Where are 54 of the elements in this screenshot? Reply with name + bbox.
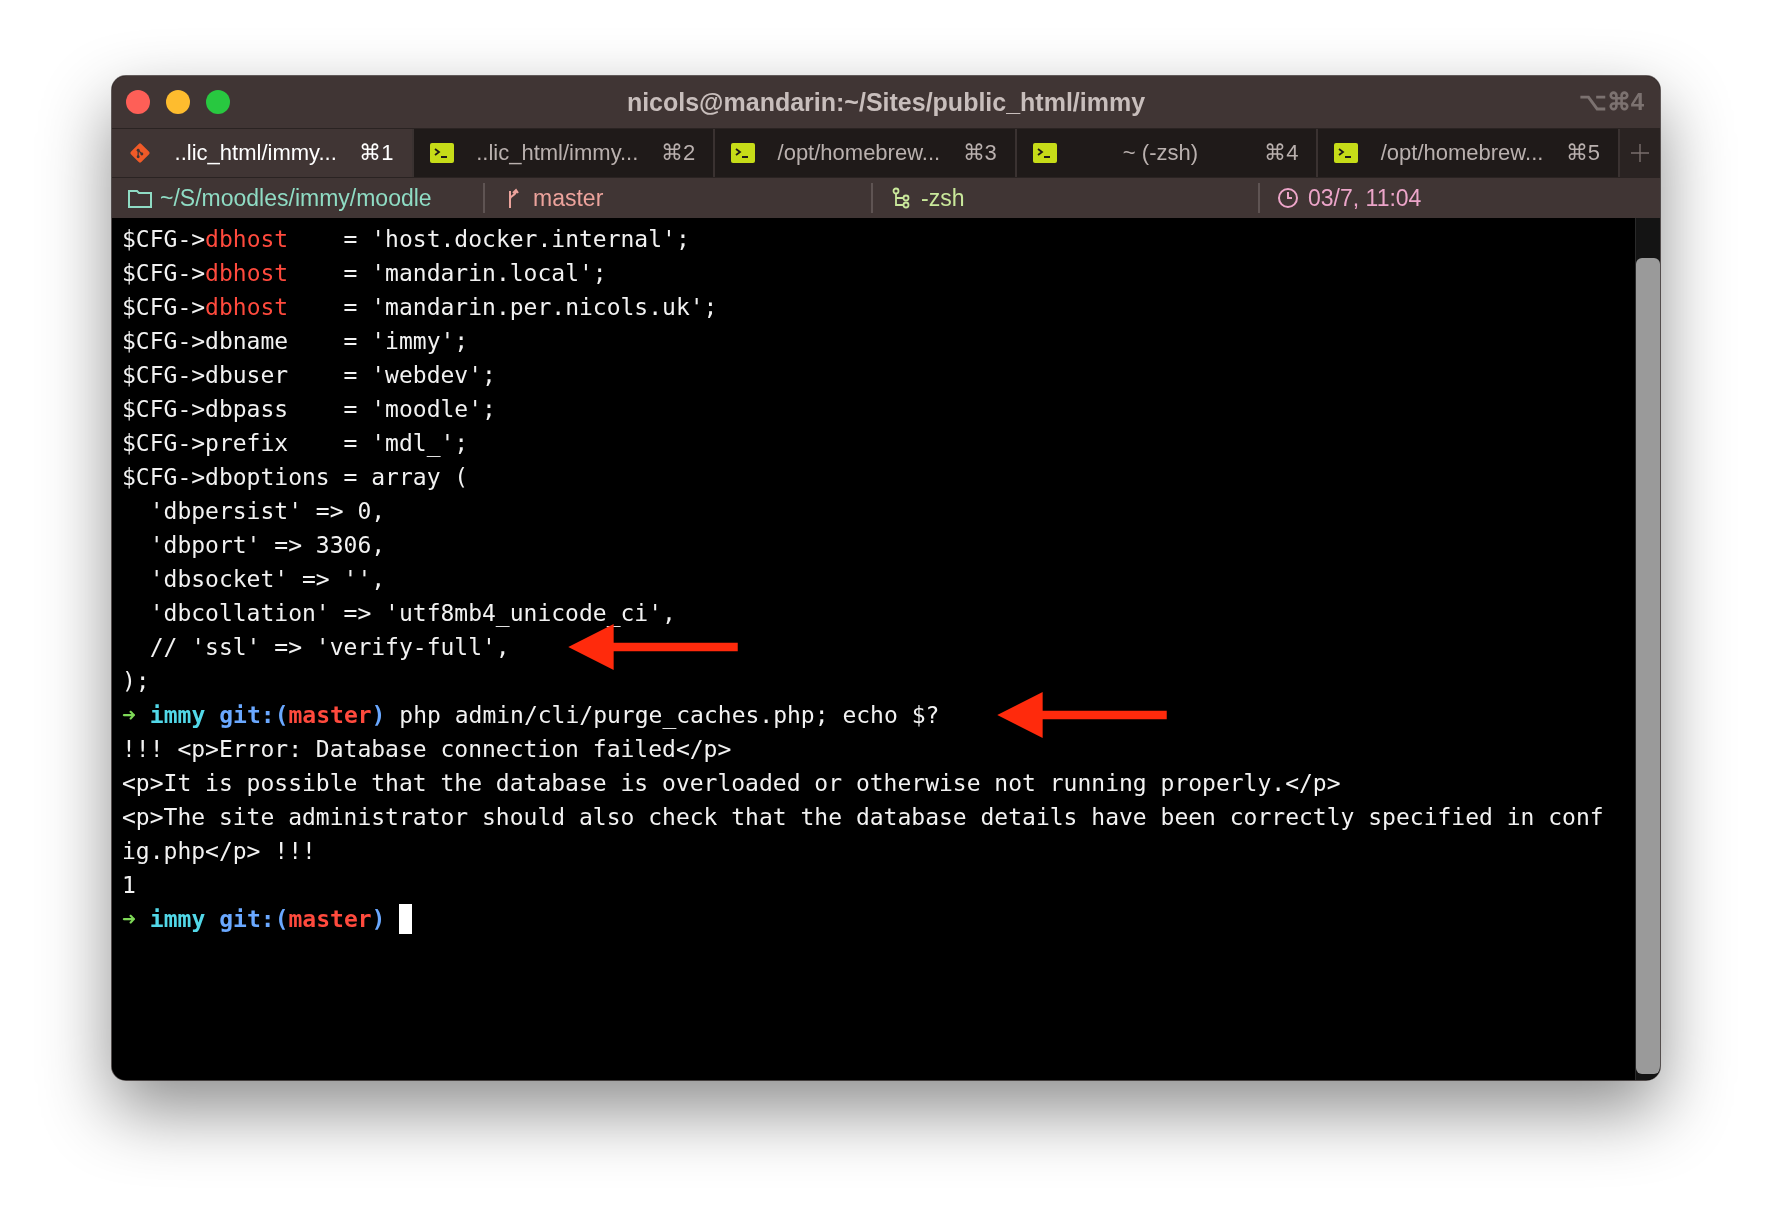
terminal-text: !!! <p>Error: Database connection failed</p> bbox=[122, 735, 732, 764]
minimize-button[interactable] bbox=[166, 90, 190, 114]
terminal-text: 'dbpersist' => 0, bbox=[148, 497, 386, 526]
terminal-text: $CFG->dbuser = 'webdev'; bbox=[122, 361, 496, 390]
tab[interactable]: ..lic_html/immy... ⌘1 bbox=[112, 129, 414, 177]
terminal-icon bbox=[1334, 142, 1359, 164]
terminal-text: 'dbcollation' => 'utf8mb4_unicode_ci', bbox=[148, 599, 676, 629]
terminal-text: = 'mandarin.per.nicols.uk'; bbox=[342, 293, 718, 322]
terminal-text: $CFG-> bbox=[122, 225, 206, 254]
terminal-text: // 'ssl' => 'verify-full', bbox=[148, 633, 510, 662]
terminal-text: $CFG-> bbox=[122, 293, 206, 322]
prompt-git-label: ) bbox=[371, 905, 386, 934]
terminal-text: $CFG->dboptions = array ( bbox=[122, 463, 469, 492]
status-text: master bbox=[533, 184, 604, 212]
terminal-text: 'dbport' => 3306, bbox=[148, 531, 386, 560]
terminal-text: 1 bbox=[122, 871, 136, 900]
terminal-text: ig.php</p> !!! bbox=[122, 837, 316, 866]
terminal-text: 'dbsocket' => '', bbox=[148, 565, 386, 594]
terminal-text: ); bbox=[122, 667, 150, 696]
terminal-text: $CFG->dbname = 'immy'; bbox=[122, 327, 469, 356]
scrollbar[interactable] bbox=[1635, 218, 1660, 1080]
folder-icon bbox=[128, 187, 152, 209]
prompt-branch: master bbox=[288, 701, 372, 730]
terminal-text: $CFG-> bbox=[122, 259, 206, 288]
prompt-directory: immy bbox=[149, 701, 206, 730]
clock-icon bbox=[1276, 187, 1300, 209]
prompt-directory: immy bbox=[149, 905, 206, 934]
close-button[interactable] bbox=[126, 90, 150, 114]
terminal-text: = 'host.docker.internal'; bbox=[342, 225, 690, 254]
prompt-git-label: git:( bbox=[219, 905, 289, 934]
keyword-text: dbhost bbox=[205, 293, 289, 322]
terminal-icon bbox=[1032, 142, 1057, 164]
prompt-git-label: git:( bbox=[219, 701, 289, 730]
keyword-text: dbhost bbox=[205, 225, 289, 254]
terminal-text: $CFG->prefix = 'mdl_'; bbox=[122, 429, 469, 459]
keyword-text: dbhost bbox=[205, 259, 289, 288]
zoom-button[interactable] bbox=[206, 90, 230, 114]
prompt-branch: master bbox=[288, 905, 372, 934]
prompt-arrow: ➜ bbox=[122, 905, 136, 934]
status-text: 03/7, 11:04 bbox=[1308, 184, 1422, 212]
status-text: ~/S/moodles/immy/moodle bbox=[160, 184, 432, 212]
terminal-icon bbox=[429, 142, 454, 164]
window-shortcut: ⌥⌘4 bbox=[1578, 88, 1644, 116]
terminal-icon bbox=[731, 142, 756, 164]
terminal-text: <p>It is possible that the database is overloaded or otherwise not running properly.</p> bbox=[122, 769, 1341, 798]
terminal-text: = 'mandarin.local'; bbox=[342, 259, 607, 288]
terminal-text: $CFG->dbpass = 'moodle'; bbox=[122, 395, 496, 424]
prompt-arrow: ➜ bbox=[122, 701, 136, 730]
status-text: -zsh bbox=[921, 184, 965, 212]
window-title: nicols@mandarin:~/Sites/public_html/immy bbox=[626, 87, 1146, 117]
terminal-text: <p>The site administrator should also check that the database details have been correctly specified in conf bbox=[122, 803, 1604, 832]
prompt-git-label: ) bbox=[371, 701, 386, 730]
plus-icon bbox=[1629, 143, 1650, 163]
terminal-text: php admin/cli/purge_caches.php; echo $? bbox=[398, 701, 940, 731]
